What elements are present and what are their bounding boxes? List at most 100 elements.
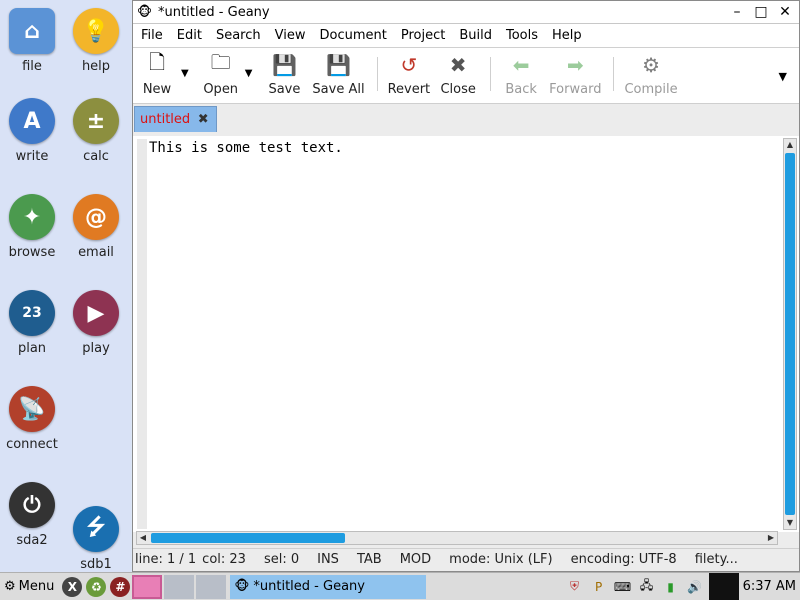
menu-gear-icon: ⚙ (4, 579, 16, 594)
calculator-icon: ± (73, 98, 119, 144)
menu-tools[interactable]: Tools (506, 28, 538, 43)
write-icon: A (9, 98, 55, 144)
status-encoding: encoding: UTF-8 (570, 552, 677, 567)
start-menu-button[interactable]: ⚙ Menu (0, 573, 58, 600)
shield-icon[interactable]: ⛨ (565, 577, 585, 597)
desktop-icon-play[interactable]: ▶ play (64, 290, 128, 356)
desktop-icon-sda2[interactable]: ⏻ sda2 (0, 482, 64, 548)
desktop-icon-plan[interactable]: 23 plan (0, 290, 64, 356)
scroll-right-icon[interactable]: ▶ (765, 532, 777, 544)
workspace-1[interactable] (132, 574, 163, 599)
desktop-icon-file[interactable]: ⌂ file (0, 8, 64, 74)
taskbar-item-geany[interactable]: 🐵 *untitled - Geany (230, 574, 427, 599)
satellite-dish-icon: 📡 (9, 386, 55, 432)
status-filetype: filety... (694, 552, 738, 567)
x-close-icon[interactable]: X (62, 576, 83, 597)
geany-app-icon: 🐵 (137, 4, 153, 20)
minimize-button[interactable]: – (729, 4, 745, 20)
revert-icon: ↺ (400, 53, 418, 77)
recycle-icon[interactable]: ♻ (86, 576, 107, 597)
tray-black-panel (708, 572, 739, 600)
tab-close-icon[interactable]: ✖ (196, 112, 210, 127)
status-mode: mode: Unix (LF) (449, 552, 553, 567)
keyboard-icon[interactable]: ⌨ (613, 577, 633, 597)
battery-icon[interactable]: ▮ (661, 577, 681, 597)
menu-bar: File Edit Search View Document Project B… (133, 24, 799, 48)
system-tray: ⛨ P ⌨ 🖧 ▮ 🔊 6:37 AM (561, 572, 800, 600)
calendar-icon: 23 (9, 290, 55, 336)
toolbar-overflow-arrow[interactable]: ▼ (779, 70, 787, 83)
close-button[interactable]: ✖ Close (438, 52, 478, 103)
folder-home-icon: ⌂ (9, 8, 55, 54)
close-icon: ✖ (449, 53, 467, 77)
horizontal-scrollbar[interactable]: ◀ ▶ (136, 531, 778, 545)
compile-button[interactable]: ⚙ Compile (624, 52, 677, 103)
menu-build[interactable]: Build (459, 28, 492, 43)
open-button[interactable]: 🗀 Open (201, 50, 241, 103)
workspace-3[interactable] (196, 574, 227, 599)
save-button[interactable]: 💾 Save (264, 52, 304, 103)
back-button[interactable]: ⬅ Back (501, 52, 541, 103)
status-sel: sel: 0 (263, 552, 300, 567)
menu-edit[interactable]: Edit (177, 28, 202, 43)
geany-app-icon: 🐵 (234, 579, 250, 594)
scroll-left-icon[interactable]: ◀ (137, 532, 149, 544)
clock[interactable]: 6:37 AM (739, 579, 800, 594)
network-icon[interactable]: 🖧 (637, 577, 657, 597)
volume-icon[interactable]: 🔊 (685, 577, 705, 597)
menu-file[interactable]: File (141, 28, 163, 43)
toolbar-separator (613, 57, 615, 91)
clapperboard-icon: ▶ (73, 290, 119, 336)
editor-text[interactable]: This is some test text. (149, 140, 343, 156)
toolbar: 🗋 New ▼ 🗀 Open ▼ 💾 Save 💾 Save All ↺ Rev… (133, 48, 799, 104)
horizontal-scroll-thumb[interactable] (151, 533, 345, 543)
desktop-icon-write[interactable]: A write (0, 98, 64, 164)
workspace-2[interactable] (164, 574, 195, 599)
status-line: line: 1 / 1 (135, 552, 197, 567)
desktop-icon-calc[interactable]: ± calc (64, 98, 128, 164)
desktop-icon-help[interactable]: 💡 help (64, 8, 128, 74)
vertical-scrollbar[interactable]: ▲ ▼ (783, 138, 797, 530)
document-tabs: untitled ✖ (133, 104, 799, 132)
new-dropdown-arrow[interactable]: ▼ (181, 68, 189, 79)
terminal-icon[interactable]: # (110, 576, 131, 597)
save-all-button[interactable]: 💾 Save All (312, 52, 364, 103)
at-sign-icon: @ (73, 194, 119, 240)
status-tab: TAB (356, 552, 382, 567)
desktop-icon-sdb1[interactable]: ⭍ sdb1 (64, 506, 128, 572)
menu-search[interactable]: Search (216, 28, 261, 43)
menu-view[interactable]: View (275, 28, 306, 43)
forward-button[interactable]: ➡ Forward (549, 52, 601, 103)
usb-icon: ⭍ (73, 506, 119, 552)
menu-document[interactable]: Document (319, 28, 386, 43)
lightbulb-icon: 💡 (73, 8, 119, 54)
tab-untitled[interactable]: untitled ✖ (134, 106, 218, 132)
open-folder-icon: 🗀 (210, 50, 231, 74)
editor-gutter (137, 139, 147, 529)
vertical-scroll-thumb[interactable] (785, 153, 795, 515)
revert-button[interactable]: ↺ Revert (388, 52, 431, 103)
new-button[interactable]: 🗋 New (137, 50, 177, 103)
menu-project[interactable]: Project (401, 28, 445, 43)
save-icon: 💾 (271, 53, 297, 77)
scroll-down-icon[interactable]: ▼ (784, 517, 796, 529)
new-file-icon: 🗋 (148, 50, 166, 74)
maximize-button[interactable]: □ (753, 4, 769, 20)
desktop-icon-connect[interactable]: 📡 connect (0, 386, 64, 452)
clipboard-icon[interactable]: P (589, 577, 609, 597)
menu-help[interactable]: Help (552, 28, 582, 43)
editor-area[interactable]: This is some test text. (133, 136, 799, 532)
drive-icon: ⏻ (9, 482, 55, 528)
open-dropdown-arrow[interactable]: ▼ (245, 68, 253, 79)
title-bar[interactable]: 🐵 *untitled - Geany – □ ✕ (133, 1, 799, 24)
scroll-up-icon[interactable]: ▲ (784, 139, 796, 151)
toolbar-separator (376, 57, 378, 91)
desktop-icon-browse[interactable]: ✦ browse (0, 194, 64, 260)
close-window-button[interactable]: ✕ (777, 4, 793, 20)
save-all-icon: 💾 (326, 53, 351, 77)
arrow-right-icon: ➡ (566, 53, 584, 77)
desktop-icon-email[interactable]: @ email (64, 194, 128, 260)
desktop: ⌂ file 💡 help A write ± calc ✦ browse @ … (0, 0, 131, 572)
compass-icon: ✦ (9, 194, 55, 240)
status-bar: line: 1 / 1 col: 23 sel: 0 INS TAB MOD m… (133, 548, 799, 570)
